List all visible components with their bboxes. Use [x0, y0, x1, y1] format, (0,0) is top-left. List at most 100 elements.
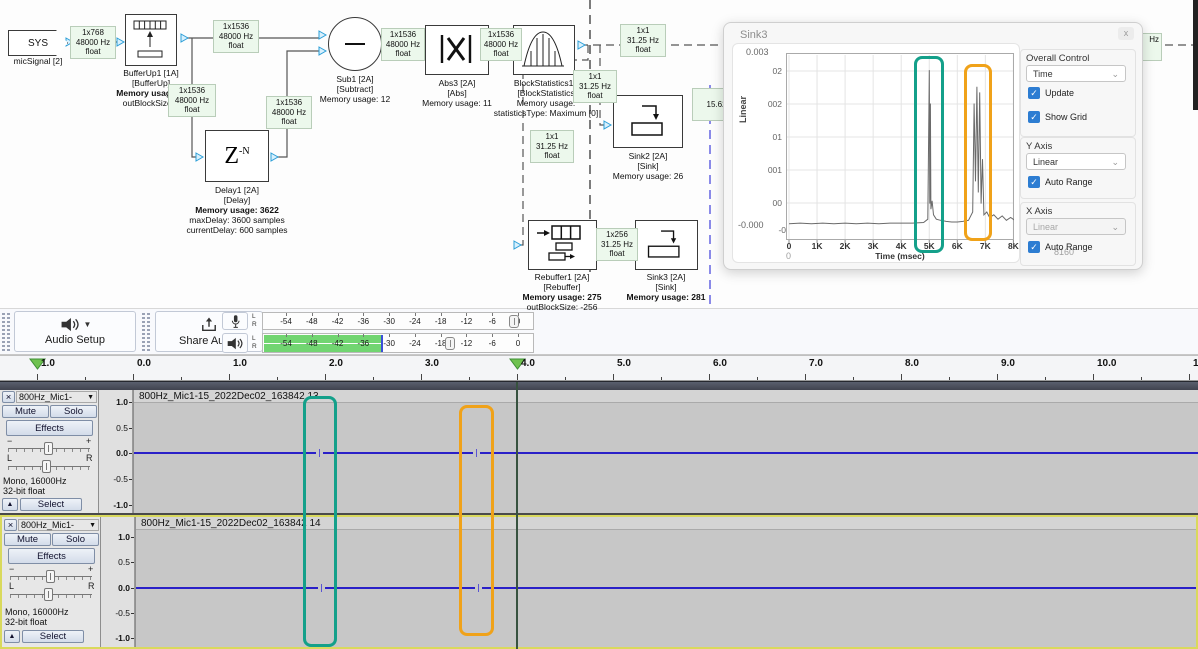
- recording-meter[interactable]: -54-48-42-36-30-24-18-12-60: [262, 312, 534, 330]
- track-control-panel: × 800Hz_Mic1-▼ Mute Solo Effects − + L R…: [0, 390, 99, 513]
- timeline-ruler[interactable]: 1.00.01.02.03.04.05.06.07.08.09.010.011: [0, 356, 1198, 381]
- dsp-block-diagram: SYS micSignal [2] BufferUp1 [1A] [Buffer…: [0, 0, 1198, 308]
- mute-button[interactable]: Mute: [4, 533, 51, 546]
- record-meter-button[interactable]: [222, 312, 248, 330]
- meter-scale-label: -6: [489, 339, 496, 348]
- track-name-button[interactable]: 800Hz_Mic1-▼: [16, 391, 97, 403]
- bufferup1-block[interactable]: [125, 14, 177, 66]
- meter-scale-label: -18: [435, 317, 447, 326]
- signal-label: 1x25631.25 Hzfloat: [596, 228, 638, 261]
- pan-slider-thumb[interactable]: [42, 460, 51, 473]
- toolbar-grip[interactable]: [2, 313, 5, 351]
- sink3-plot-window[interactable]: Sink3 x Linear 0.003 -0.000 01K2K3K4K5K6…: [723, 22, 1143, 270]
- track-canvas[interactable]: 800Hz_Mic1-15_2022Dec02_163842 14: [135, 517, 1196, 647]
- solo-button[interactable]: Solo: [50, 405, 97, 418]
- gain-plus-label: +: [86, 436, 91, 446]
- ruler-tick-label: 7.0: [809, 358, 823, 369]
- blockstatistics1-block[interactable]: [513, 25, 575, 75]
- gain-slider-thumb[interactable]: [46, 570, 55, 583]
- microphone-icon: [230, 314, 241, 329]
- toolbar-grip[interactable]: [142, 313, 145, 351]
- sink-icon: [636, 221, 695, 267]
- play-meter-button[interactable]: [222, 333, 248, 353]
- histogram-icon: [514, 26, 572, 72]
- scale-label: 1.0: [118, 532, 130, 542]
- meter-scale-tick: [441, 313, 442, 316]
- toolbar-grip[interactable]: [147, 313, 150, 351]
- x-auto-range-checkbox[interactable]: ✓Auto Range: [1028, 241, 1093, 253]
- meter-scale-label: -24: [409, 317, 421, 326]
- track-name-button[interactable]: 800Hz_Mic1-▼: [18, 519, 99, 531]
- caret-down-icon: ▼: [89, 522, 96, 529]
- meter-scale-tick: [312, 334, 313, 337]
- scale-tick: [131, 537, 134, 538]
- collapse-track-icon[interactable]: ▲: [2, 498, 18, 511]
- recording-level-slider[interactable]: [509, 315, 519, 328]
- meter-scale-label: -48: [306, 339, 318, 348]
- rebuffer-icon: [529, 221, 594, 267]
- collapse-track-icon[interactable]: ▲: [4, 630, 20, 643]
- chevron-down-icon: ⌄: [1111, 66, 1119, 82]
- playback-volume-slider[interactable]: [445, 337, 455, 350]
- ruler-tick-label: 3.0: [425, 358, 439, 369]
- y-scale-dropdown[interactable]: Linear⌄: [1026, 153, 1126, 170]
- ruler-minor-tick: [181, 377, 182, 380]
- ruler-tick-label: 6.0: [713, 358, 727, 369]
- close-icon[interactable]: x: [1118, 27, 1134, 40]
- show-grid-checkbox[interactable]: ✓Show Grid: [1028, 111, 1087, 123]
- pan-slider-thumb[interactable]: [44, 588, 53, 601]
- scale-label: 0.0: [116, 448, 128, 458]
- gain-minus-label: −: [9, 564, 14, 574]
- sys-label: SYS: [28, 38, 48, 49]
- audio-setup-button[interactable]: ▼ Audio Setup: [14, 311, 136, 352]
- scale-label: 0.0: [118, 583, 130, 593]
- ruler-tick: [229, 374, 230, 380]
- track-canvas[interactable]: 800Hz_Mic1-15_2022Dec02_163842 13: [133, 390, 1198, 513]
- select-button[interactable]: Select: [20, 498, 82, 511]
- solo-button[interactable]: Solo: [52, 533, 99, 546]
- close-track-icon[interactable]: ×: [4, 519, 17, 531]
- select-button[interactable]: Select: [22, 630, 84, 643]
- audacity-window: ▼ Audio Setup Share Audio: [0, 308, 1198, 649]
- ruler-tick: [133, 374, 134, 380]
- effects-button[interactable]: Effects: [6, 420, 93, 436]
- gain-slider-thumb[interactable]: [44, 442, 53, 455]
- ruler-tick: [37, 374, 38, 380]
- audacity-toolbar: ▼ Audio Setup Share Audio: [0, 308, 1198, 355]
- vertical-scale-ruler[interactable]: 1.00.50.0-0.5-1.0: [101, 517, 135, 647]
- update-checkbox[interactable]: ✓Update: [1028, 87, 1074, 99]
- sink3-block[interactable]: [635, 220, 698, 270]
- vertical-scale-ruler[interactable]: 1.00.50.0-0.5-1.0: [99, 390, 133, 513]
- time-dropdown[interactable]: Time⌄: [1026, 65, 1126, 82]
- ruler-tick: [709, 374, 710, 380]
- meter-scale-tick: [338, 313, 339, 316]
- sys-source-block[interactable]: SYS: [8, 30, 68, 56]
- ruler-tick-label: 5.0: [617, 358, 631, 369]
- playback-meter[interactable]: -54-48-42-36-30-24-18-12-60: [262, 333, 534, 353]
- x-tick-label: 4K: [896, 241, 907, 251]
- scrub-bar[interactable]: [0, 381, 1198, 390]
- meter-scale-tick: [286, 334, 287, 337]
- ruler-minor-tick: [1141, 377, 1142, 380]
- delay1-block[interactable]: Z-N: [205, 130, 269, 182]
- close-track-icon[interactable]: ×: [2, 391, 15, 403]
- sink2-block[interactable]: [613, 95, 683, 148]
- ruler-minor-tick: [1045, 377, 1046, 380]
- meter-scale-label: -54: [280, 317, 292, 326]
- rebuffer1-block[interactable]: [528, 220, 597, 270]
- toolbar-grip[interactable]: [7, 313, 10, 351]
- scale-tick: [129, 402, 132, 403]
- meter-scale-tick: [492, 313, 493, 316]
- y-auto-range-checkbox[interactable]: ✓Auto Range: [1028, 176, 1093, 188]
- sub1-block[interactable]: [328, 17, 382, 71]
- waveform-zero-line: [136, 587, 1196, 589]
- effects-button[interactable]: Effects: [8, 548, 95, 564]
- y-tick-label: 02: [760, 66, 782, 76]
- y-tick-label: 01: [760, 132, 782, 142]
- audio-track-2-selected: × 800Hz_Mic1-▼ Mute Solo Effects − + L R…: [0, 515, 1198, 649]
- mute-button[interactable]: Mute: [2, 405, 49, 418]
- speaker-icon: [226, 337, 244, 350]
- x-axis-group-label: X Axis: [1026, 206, 1052, 217]
- clip-title[interactable]: 800Hz_Mic1-15_2022Dec02_163842 14: [136, 517, 1196, 530]
- clip-title[interactable]: 800Hz_Mic1-15_2022Dec02_163842 13: [134, 390, 1198, 403]
